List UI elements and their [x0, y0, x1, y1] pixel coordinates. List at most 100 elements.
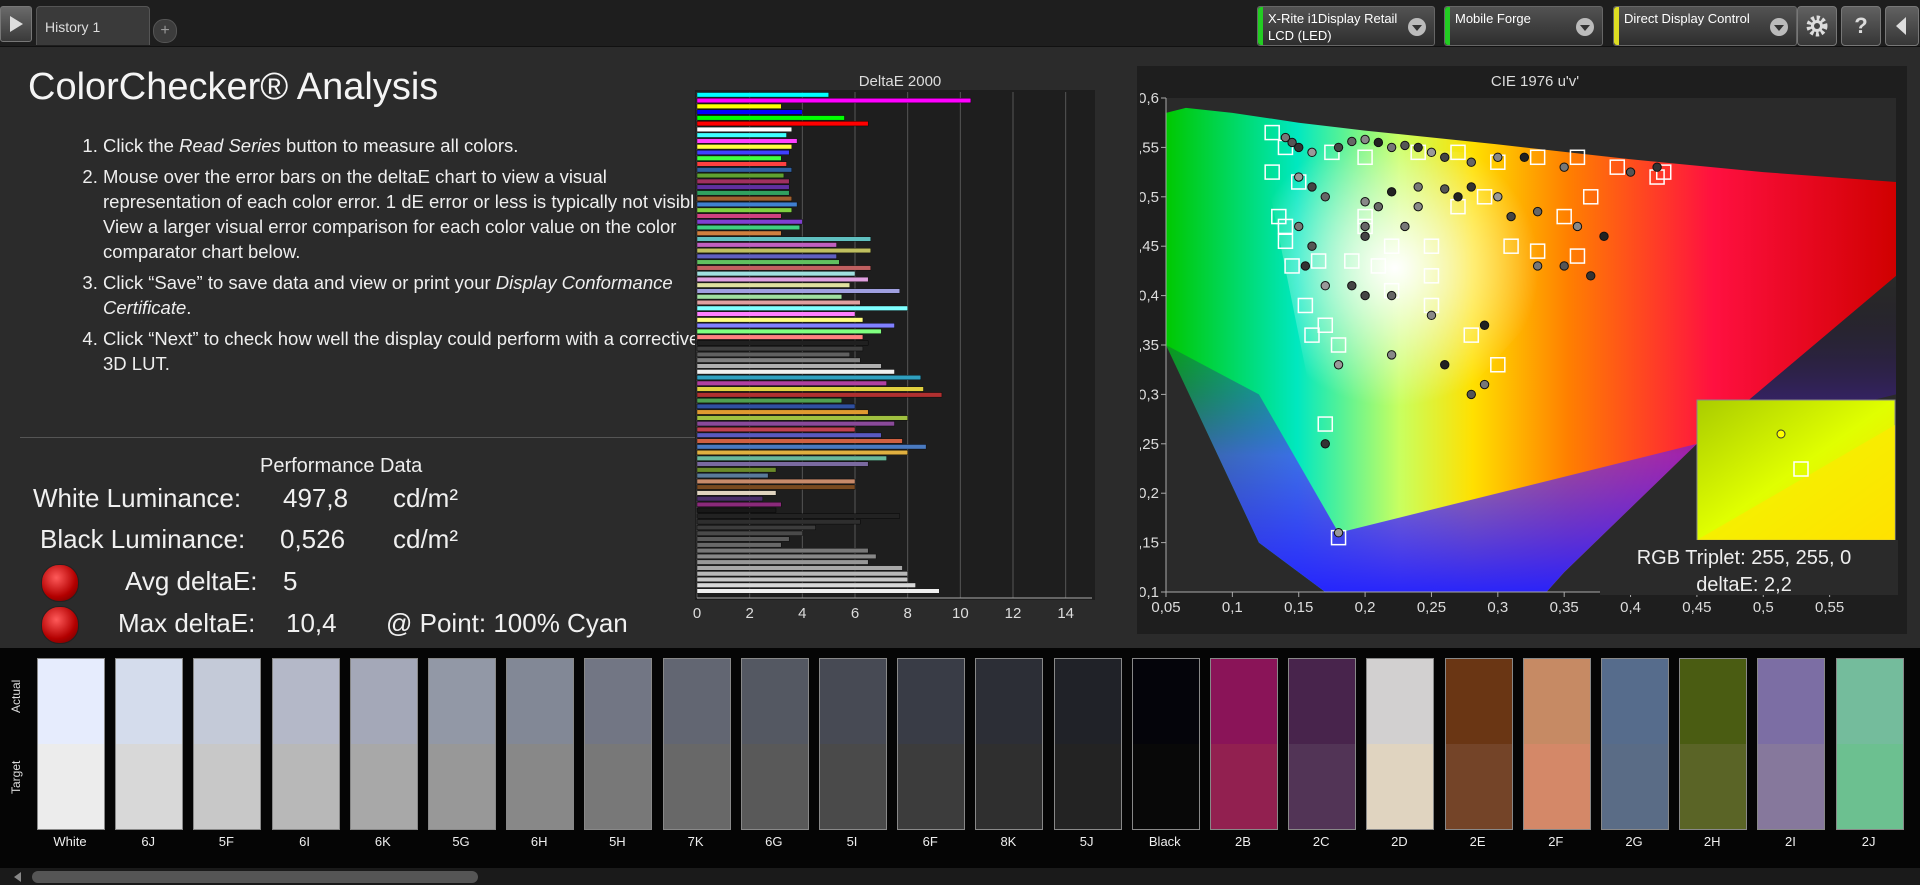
patch-2h[interactable] — [1679, 658, 1748, 830]
cie-measured-point[interactable] — [1532, 206, 1543, 217]
deltae-bar[interactable] — [696, 242, 837, 248]
deltae-bar[interactable] — [696, 305, 908, 311]
cie-measured-point[interactable] — [1413, 201, 1423, 212]
patch-2d[interactable] — [1366, 658, 1435, 830]
patch-2f[interactable] — [1522, 658, 1591, 830]
deltae-bar[interactable] — [696, 317, 864, 323]
patch-6i[interactable] — [271, 658, 340, 830]
deltae-bar[interactable] — [696, 161, 787, 167]
cie-measured-point[interactable] — [1413, 182, 1423, 192]
cie-measured-point[interactable] — [1386, 142, 1397, 153]
deltae-bar[interactable] — [696, 207, 793, 213]
cie-measured-point[interactable] — [1440, 360, 1450, 370]
deltae-bar[interactable] — [696, 178, 790, 184]
deltae-bar[interactable] — [696, 490, 777, 496]
deltae-bar[interactable] — [696, 103, 782, 109]
cie-measured-point[interactable] — [1506, 211, 1516, 222]
deltae-bar[interactable] — [696, 542, 782, 548]
cie-measured-point[interactable] — [1559, 162, 1569, 172]
deltae-bar[interactable] — [696, 276, 869, 282]
cie-measured-point[interactable] — [1572, 221, 1583, 232]
deltae-bar[interactable] — [696, 351, 850, 357]
cie-measured-point[interactable] — [1294, 221, 1304, 232]
cie-measured-point[interactable] — [1294, 172, 1304, 182]
meter-dropdown[interactable]: X-Rite i1Display Retail LCD (LED) — [1257, 6, 1435, 46]
deltae-bar[interactable] — [696, 421, 895, 427]
deltae-bar[interactable] — [696, 311, 856, 317]
cie-measured-point[interactable] — [1440, 152, 1450, 162]
patch-5f[interactable] — [193, 658, 262, 830]
deltae-bar[interactable] — [696, 288, 900, 294]
deltae-bar[interactable] — [696, 392, 943, 398]
patch-6k[interactable] — [349, 658, 418, 830]
help-button[interactable]: ? — [1841, 6, 1881, 46]
patch-6j[interactable] — [115, 658, 184, 830]
deltae-bar[interactable] — [696, 363, 882, 369]
play-button[interactable] — [0, 6, 32, 42]
patch-7k[interactable] — [662, 658, 731, 830]
deltae-bar[interactable] — [696, 565, 903, 571]
cie-measured-point[interactable] — [1413, 142, 1423, 153]
deltae-bar[interactable] — [696, 271, 856, 277]
tab-history-1[interactable]: History 1 + — [36, 6, 177, 45]
cie-measured-point[interactable] — [1360, 197, 1370, 207]
deltae-bar[interactable] — [696, 513, 900, 519]
cie-measured-point[interactable] — [1599, 231, 1609, 242]
cie-measured-point[interactable] — [1479, 379, 1490, 390]
deltae-bar[interactable] — [696, 248, 872, 254]
deltae-bar[interactable] — [696, 236, 872, 242]
cie-measured-point[interactable] — [1320, 281, 1330, 291]
cie-measured-point[interactable] — [1386, 350, 1397, 360]
cie-measured-point[interactable] — [1360, 221, 1370, 232]
deltae-bar[interactable] — [696, 282, 850, 288]
deltae-bar[interactable] — [696, 484, 856, 490]
cie-measured-point[interactable] — [1373, 201, 1384, 212]
patch-2b[interactable] — [1210, 658, 1278, 830]
deltae-bar[interactable] — [696, 115, 845, 121]
patch-5i[interactable] — [819, 658, 887, 830]
deltae-bar[interactable] — [696, 432, 882, 438]
deltae-bar[interactable] — [696, 201, 798, 207]
deltae-bar[interactable] — [696, 92, 829, 98]
deltae-bar[interactable] — [696, 507, 777, 513]
deltae-bar[interactable] — [696, 426, 856, 432]
deltae-bar[interactable] — [696, 553, 877, 559]
deltae-bar[interactable] — [696, 530, 803, 536]
deltae-bar[interactable] — [696, 138, 798, 144]
settings-button[interactable] — [1797, 6, 1837, 46]
deltae-bar[interactable] — [696, 519, 861, 525]
patch-5g[interactable] — [428, 658, 496, 830]
deltae-bar[interactable] — [696, 300, 861, 305]
deltae-bar[interactable] — [696, 323, 895, 329]
deltae-bar[interactable] — [696, 155, 782, 161]
deltae-bar[interactable] — [696, 346, 864, 352]
deltae-bar[interactable] — [696, 253, 837, 259]
deltae-bar[interactable] — [696, 444, 927, 450]
patch-2i[interactable] — [1757, 658, 1826, 830]
display-control-dropdown[interactable]: Direct Display Control — [1613, 6, 1797, 46]
cie-measured-point[interactable] — [1386, 187, 1397, 197]
cie-measured-point[interactable] — [1360, 231, 1370, 242]
add-tab-button[interactable]: + — [153, 19, 177, 43]
cie-measured-point[interactable] — [1333, 360, 1344, 370]
deltae-bar[interactable] — [696, 582, 916, 588]
deltae-bar[interactable] — [696, 576, 908, 582]
cie-measured-point[interactable] — [1307, 147, 1317, 158]
patch-2c[interactable] — [1288, 658, 1357, 830]
deltae-bar[interactable] — [696, 461, 869, 467]
deltae-bar[interactable] — [696, 294, 843, 300]
horizontal-scrollbar[interactable] — [0, 868, 1920, 885]
cie-measured-point[interactable] — [1625, 167, 1636, 177]
back-button[interactable] — [1885, 6, 1919, 46]
cie-measured-point[interactable] — [1386, 290, 1397, 301]
deltae-bar[interactable] — [696, 380, 887, 386]
deltae-bar[interactable] — [696, 450, 908, 456]
patch-2g[interactable] — [1601, 658, 1669, 830]
patch-6f[interactable] — [897, 658, 966, 830]
deltae-bar[interactable] — [696, 375, 922, 381]
deltae-bar[interactable] — [696, 496, 764, 502]
cie-measured-point[interactable] — [1300, 261, 1311, 271]
deltae-bar[interactable] — [696, 478, 856, 484]
cie-measured-point[interactable] — [1307, 182, 1317, 192]
patch-white[interactable] — [37, 658, 105, 830]
